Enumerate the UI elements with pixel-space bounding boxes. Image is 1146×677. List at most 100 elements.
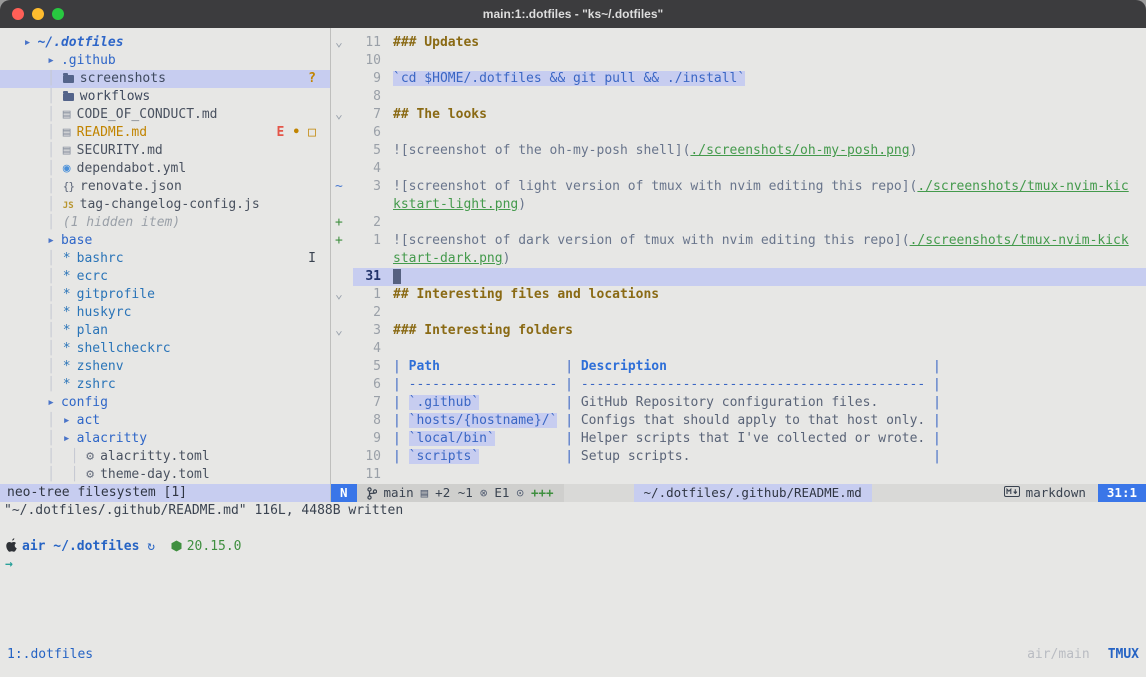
close-button[interactable] — [12, 8, 24, 20]
editor-line[interactable]: start-dark.png) — [331, 250, 1146, 268]
gutter-marks — [331, 52, 353, 70]
gutter-marks — [331, 430, 353, 448]
editor-line[interactable]: ⌄3### Interesting folders — [331, 322, 1146, 340]
tree-item[interactable]: │ ▤CODE_OF_CONDUCT.md — [0, 106, 330, 124]
chevron-icon: ▸ — [47, 232, 55, 250]
editor-line[interactable]: +1![screenshot of dark version of tmux w… — [331, 232, 1146, 250]
tree-item[interactable]: │ {}renovate.json — [0, 178, 330, 196]
tree-item[interactable]: ▸base — [0, 232, 330, 250]
status-badge: ? — [308, 71, 316, 86]
tree-item[interactable]: │ *zshrc — [0, 376, 330, 394]
tree-item[interactable]: │ workflows — [0, 88, 330, 106]
line-text — [381, 88, 1146, 106]
tree-item[interactable]: │ JStag-changelog-config.js — [0, 196, 330, 214]
editor-line[interactable]: 4 — [331, 340, 1146, 358]
editor-line[interactable]: ⌄1## Interesting files and locations — [331, 286, 1146, 304]
editor-line[interactable]: 31 — [331, 268, 1146, 286]
tree-item-label: huskyrc — [77, 305, 132, 320]
tree-item[interactable]: │ ▸act — [0, 412, 330, 430]
editor-line[interactable]: 2 — [331, 304, 1146, 322]
line-text — [381, 304, 1146, 322]
shell-icon: * — [63, 268, 71, 286]
editor-line[interactable]: 8| `hosts/{hostname}/` | Configs that sh… — [331, 412, 1146, 430]
tree-item[interactable]: ▸.github — [0, 52, 330, 70]
tree-item[interactable]: │ │ ⚙alacritty.toml — [0, 448, 330, 466]
neotree-statusline: neo-tree filesystem [1] — [0, 484, 330, 502]
editor-line[interactable]: ⌄11### Updates — [331, 34, 1146, 52]
line-number: 6 — [353, 376, 381, 394]
editor-line[interactable]: +2 — [331, 214, 1146, 232]
fold-icon: ⌄ — [331, 286, 353, 304]
editor-line[interactable]: 9`cd $HOME/.dotfiles && git pull && ./in… — [331, 70, 1146, 88]
tree-item-label: shellcheckrc — [77, 341, 171, 356]
line-number: 1 — [353, 232, 381, 250]
indent-guide: │ — [8, 143, 63, 158]
editor-line[interactable]: 11 — [331, 466, 1146, 484]
tmux-window-name[interactable]: 1:.dotfiles — [7, 646, 93, 664]
tmux-label: TMUX — [1108, 646, 1139, 664]
editor-line[interactable]: ⌄7## The looks — [331, 106, 1146, 124]
tree-item-label: zshenv — [77, 359, 124, 374]
editor-line[interactable]: 8 — [331, 88, 1146, 106]
titlebar[interactable]: main:1:.dotfiles - "ks~/.dotfiles" — [0, 0, 1146, 28]
indent-guide: │ — [8, 305, 63, 320]
editor-line[interactable]: ~3![screenshot of light version of tmux … — [331, 178, 1146, 196]
tree-item[interactable]: │ (1 hidden item) — [0, 214, 330, 232]
tree-item[interactable]: │ *ecrc — [0, 268, 330, 286]
editor-line[interactable]: 6 — [331, 124, 1146, 142]
editor-line[interactable]: 5| Path | Description | — [331, 358, 1146, 376]
line-text: | ------------------- | ----------------… — [381, 376, 1146, 394]
editor-line[interactable]: 9| `local/bin` | Helper scripts that I'v… — [331, 430, 1146, 448]
nvim-message-line: "~/.dotfiles/.github/README.md" 116L, 44… — [0, 502, 1146, 520]
tree-item[interactable]: │ ◉dependabot.yml — [0, 160, 330, 178]
tree-item[interactable]: │ *bashrcI — [0, 250, 330, 268]
editor-line[interactable]: 4 — [331, 160, 1146, 178]
shell-icon: * — [63, 286, 71, 304]
filetype-label: markdown — [1026, 484, 1086, 502]
tree-item-label: zshrc — [77, 377, 116, 392]
editor-line[interactable]: 10| `scripts` | Setup scripts. | — [331, 448, 1146, 466]
git-sign: + — [331, 232, 353, 250]
editor-line[interactable]: 7| `.github` | GitHub Repository configu… — [331, 394, 1146, 412]
tree-item[interactable]: │ ▤README.mdE•□ — [0, 124, 330, 142]
editor-line[interactable]: 5![screenshot of the oh-my-posh shell](.… — [331, 142, 1146, 160]
indent-guide: │ — [8, 341, 63, 356]
line-text — [381, 52, 1146, 70]
tree-item[interactable]: │ *zshenv — [0, 358, 330, 376]
tmux-right-status: air/main TMUX — [1027, 646, 1139, 664]
editor-line[interactable]: 10 — [331, 52, 1146, 70]
minimize-button[interactable] — [32, 8, 44, 20]
shell-icon: * — [63, 304, 71, 322]
diagnostics-icon: ⊗ — [480, 484, 488, 502]
line-text: | `.github` | GitHub Repository configur… — [381, 394, 1146, 412]
tree-item[interactable]: │ ▤SECURITY.md — [0, 142, 330, 160]
line-number — [353, 250, 381, 268]
gutter-marks — [331, 394, 353, 412]
fold-icon: ⌄ — [331, 34, 353, 52]
tree-item[interactable]: ▸~/.dotfiles — [0, 34, 330, 52]
indent-guide — [8, 53, 47, 68]
tree-item[interactable]: │ ▸alacritty — [0, 430, 330, 448]
editor-line[interactable]: 6| ------------------- | ---------------… — [331, 376, 1146, 394]
tree-item[interactable]: │ *shellcheckrc — [0, 340, 330, 358]
tree-item[interactable]: ▸config — [0, 394, 330, 412]
tree-item[interactable]: │ * huskyrc — [0, 304, 330, 322]
zoom-button[interactable] — [52, 8, 64, 20]
gutter-marks — [331, 358, 353, 376]
tree-item[interactable]: │ *plan — [0, 322, 330, 340]
chevron-icon: ▸ — [47, 394, 55, 412]
tree-item[interactable]: │ *gitprofile — [0, 286, 330, 304]
editor-line[interactable]: kstart-light.png) — [331, 196, 1146, 214]
cursor-position: 31:1 — [1098, 484, 1146, 502]
tree-item[interactable]: │ screenshots? — [0, 70, 330, 88]
folder-icon — [63, 75, 74, 83]
line-number: 1 — [353, 286, 381, 304]
status-badge: I — [308, 251, 316, 266]
line-text: `cd $HOME/.dotfiles && git pull && ./ins… — [381, 70, 1146, 88]
gutter-marks — [331, 340, 353, 358]
line-number: 2 — [353, 304, 381, 322]
git-sign: ~ — [331, 178, 353, 196]
line-number: 3 — [353, 178, 381, 196]
tree-item[interactable]: │ │ ⚙theme-day.toml — [0, 466, 330, 484]
traffic-lights — [12, 8, 64, 20]
